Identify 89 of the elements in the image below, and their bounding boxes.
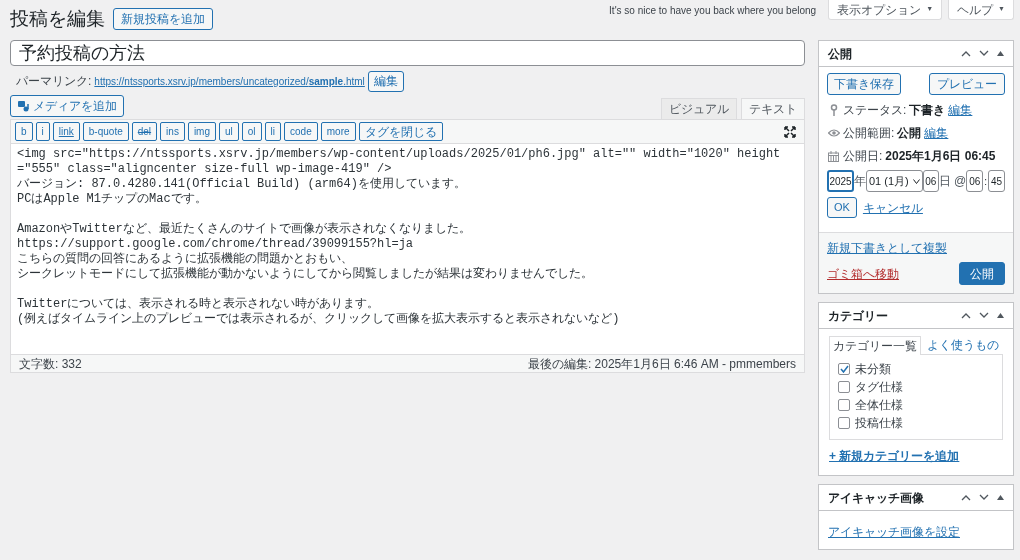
- chevron-up-icon: [961, 312, 971, 319]
- fullscreen-icon: [784, 126, 796, 138]
- move-down-button[interactable]: [979, 312, 989, 319]
- panel-title: アイキャッチ画像: [828, 489, 924, 507]
- field-label: ステータス:: [843, 102, 907, 119]
- chevron-down-icon: [979, 494, 989, 501]
- last-edit-text: 最後の編集: 2025年1月6日 6:46 AM - pmmembers: [527, 355, 796, 373]
- quicktag-button[interactable]: code: [284, 122, 318, 141]
- triangle-up-icon: [997, 313, 1004, 318]
- quicktag-button[interactable]: del: [131, 122, 158, 141]
- year-field[interactable]: 2025: [827, 170, 854, 192]
- add-new-button[interactable]: 新規投稿を追加: [113, 8, 213, 30]
- move-up-button[interactable]: [961, 494, 971, 501]
- cancel-link[interactable]: キャンセル: [862, 198, 923, 217]
- toggle-panel-button[interactable]: [997, 313, 1004, 318]
- page-title: 投稿を編集: [10, 6, 105, 31]
- publish-button[interactable]: 公開: [959, 262, 1005, 285]
- category-label: タグ仕様: [855, 378, 903, 396]
- chevron-up-icon: [961, 50, 971, 57]
- add-category-link[interactable]: + 新規カテゴリーを追加: [829, 447, 960, 465]
- duplicate-link[interactable]: 新規下書きとして複製: [827, 239, 947, 257]
- quicktag-button[interactable]: i: [35, 122, 50, 141]
- day-field[interactable]: 06: [922, 170, 939, 192]
- triangle-up-icon: [997, 51, 1004, 56]
- category-label: 投稿仕様: [855, 414, 903, 432]
- checkbox[interactable]: [838, 380, 850, 393]
- add-media-button[interactable]: メディアを追加: [10, 95, 124, 117]
- quicktag-button[interactable]: b-quote: [82, 122, 129, 141]
- title-field[interactable]: 予約投稿の方法: [10, 40, 805, 66]
- field-value: 公開: [897, 125, 922, 142]
- greeting-text: It's so nice to have you back where you belong: [609, 4, 817, 18]
- category-tab[interactable]: カテゴリー一覧: [829, 336, 921, 355]
- panel-title: 公開: [828, 45, 852, 63]
- quicktag-button[interactable]: ul: [219, 122, 239, 141]
- quicktag-button[interactable]: ins: [160, 122, 185, 141]
- toggle-panel-button[interactable]: [997, 51, 1004, 56]
- year-label: 年: [854, 173, 866, 190]
- month-select[interactable]: 01 (1月): [866, 170, 923, 192]
- word-count: 文字数: 332: [19, 355, 82, 373]
- field-value: 2025年1月6日 06:45: [885, 148, 996, 165]
- field-label: 公開範囲:: [843, 125, 895, 142]
- field-label: 公開日:: [843, 148, 883, 165]
- move-up-button[interactable]: [961, 312, 971, 319]
- time-separator: :: [983, 174, 988, 189]
- save-draft-button[interactable]: 下書き保存: [827, 73, 901, 95]
- trash-link[interactable]: ゴミ箱へ移動: [827, 264, 899, 283]
- day-label: 日 @: [938, 173, 967, 190]
- quicktag-button[interactable]: b: [15, 122, 33, 141]
- eye-icon: [827, 129, 840, 137]
- triangle-up-icon: [997, 495, 1004, 500]
- quicktag-button[interactable]: タグを閉じる: [358, 122, 443, 141]
- checkbox[interactable]: [838, 398, 850, 411]
- pin-icon: [828, 104, 839, 116]
- category-label: 全体仕様: [855, 396, 903, 414]
- quicktag-button[interactable]: img: [187, 122, 216, 141]
- ok-button[interactable]: OK: [827, 197, 857, 218]
- quicktag-button[interactable]: ol: [241, 122, 262, 141]
- check-icon: [839, 364, 849, 373]
- set-featured-image-link[interactable]: アイキャッチ画像を設定: [828, 525, 960, 539]
- calendar-icon: [828, 150, 839, 162]
- move-down-button[interactable]: [979, 494, 989, 501]
- permalink-link[interactable]: https://ntssports.xsrv.jp/members/uncategorized/sample.html: [94, 73, 365, 89]
- chevron-down-icon: [912, 178, 920, 184]
- permalink-edit-button[interactable]: 編集: [367, 70, 404, 92]
- editor-tab[interactable]: テキスト: [741, 98, 805, 119]
- media-icon: [17, 100, 29, 112]
- checkbox[interactable]: [838, 362, 850, 375]
- editor-tab[interactable]: ビジュアル: [661, 98, 737, 119]
- move-down-button[interactable]: [979, 50, 989, 57]
- field-value: 下書き: [909, 102, 946, 119]
- preview-button[interactable]: プレビュー: [929, 73, 1005, 95]
- chevron-down-icon: [979, 50, 989, 57]
- permalink-label: パーマリンク:: [16, 73, 92, 90]
- minute-field[interactable]: 45: [988, 170, 1005, 192]
- panel-title: カテゴリー: [828, 307, 888, 325]
- text-editor-frame[interactable]: [10, 119, 805, 373]
- move-up-button[interactable]: [961, 50, 971, 57]
- category-tab[interactable]: よく使うもの: [924, 335, 1002, 354]
- chevron-up-icon: [961, 494, 971, 501]
- quicktag-button[interactable]: li: [264, 122, 282, 141]
- chevron-down-icon: [979, 312, 989, 319]
- category-label: 未分類: [855, 360, 891, 378]
- edit-link[interactable]: 編集: [948, 101, 973, 119]
- edit-link[interactable]: 編集: [924, 124, 949, 142]
- toggle-panel-button[interactable]: [997, 495, 1004, 500]
- quicktag-button[interactable]: link: [52, 122, 80, 141]
- checkbox[interactable]: [838, 416, 850, 429]
- quicktag-button[interactable]: more: [320, 122, 356, 141]
- hour-field[interactable]: 06: [966, 170, 984, 192]
